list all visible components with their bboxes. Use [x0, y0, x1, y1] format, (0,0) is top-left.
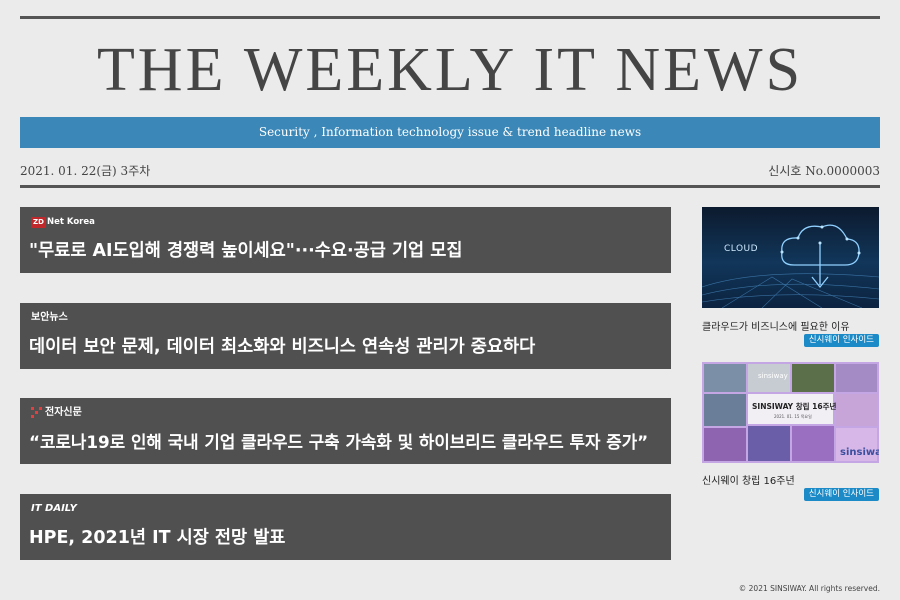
copyright: © 2021 SINSIWAY. All rights reserved.	[738, 584, 880, 593]
news-source-logo: ZD Net Korea	[31, 215, 95, 229]
etnews-logo-icon	[31, 407, 43, 419]
issue-number: 신시호 No.0000003	[768, 164, 880, 178]
news-item-2[interactable]: 보안뉴스 데이터 보안 문제, 데이터 최소화와 비즈니스 연속성 관리가 중요…	[20, 303, 671, 369]
news-headline[interactable]: HPE, 2021년 IT 시장 전망 발표	[29, 526, 285, 550]
news-headline[interactable]: "무료로 AI도입해 경쟁력 높이세요"···수요·공급 기업 모집	[29, 239, 462, 263]
tagline-bar: Security , Information technology issue …	[20, 117, 880, 148]
news-item-1[interactable]: ZD Net Korea "무료로 AI도입해 경쟁력 높이세요"···수요·공급…	[20, 207, 671, 273]
collage-logo-text: sinsiway	[758, 372, 788, 380]
anniversary-article-image[interactable]: sinsiway SINSIWAY 창립 16주년 2021. 01. 15 목…	[702, 362, 879, 463]
cloud-icon: CLOUD	[702, 224, 879, 308]
news-source-label: IT DAILY	[31, 503, 77, 514]
news-source-label: Net Korea	[47, 217, 95, 227]
cloud-article-image[interactable]: CLOUD	[702, 207, 879, 308]
sinsiway-inside-badge-2[interactable]: 신시웨이 인사이드	[803, 488, 879, 501]
collage-date-text: 2021. 01. 15 목요일	[774, 413, 812, 419]
news-headline[interactable]: 데이터 보안 문제, 데이터 최소화와 비즈니스 연속성 관리가 중요하다	[29, 335, 535, 359]
collage-title-text: SINSIWAY 창립 16주년	[752, 401, 836, 411]
news-headline[interactable]: “코로나19로 인해 국내 기업 클라우드 구축 가속화 및 하이브리드 클라우…	[29, 430, 648, 454]
collage-brand-text: sinsiway	[840, 447, 879, 458]
news-source-logo: 전자신문	[31, 406, 82, 420]
news-item-3[interactable]: 전자신문 “코로나19로 인해 국내 기업 클라우드 구축 가속화 및 하이브리…	[20, 398, 671, 464]
masthead-title: THE WEEKLY IT NEWS	[96, 36, 804, 104]
zdnet-logo-icon: ZD	[31, 216, 46, 228]
photo-collage-icon: sinsiway SINSIWAY 창립 16주년 2021. 01. 15 목…	[702, 362, 879, 463]
cloud-image-text: CLOUD	[724, 244, 758, 254]
issue-date: 2021. 01. 22(금) 3주차	[20, 164, 151, 178]
side-caption-2[interactable]: 신시웨이 창립 16주년	[702, 472, 795, 487]
header-rule	[20, 185, 880, 188]
side-caption-1[interactable]: 클라우드가 비즈니스에 필요한 이유	[702, 318, 850, 333]
news-item-4[interactable]: IT DAILY HPE, 2021년 IT 시장 전망 발표	[20, 494, 671, 560]
news-source-label: 보안뉴스	[31, 312, 68, 323]
top-rule	[20, 16, 880, 19]
sinsiway-inside-badge-1[interactable]: 신시웨이 인사이드	[803, 334, 879, 347]
news-source-label: 전자신문	[45, 407, 82, 418]
